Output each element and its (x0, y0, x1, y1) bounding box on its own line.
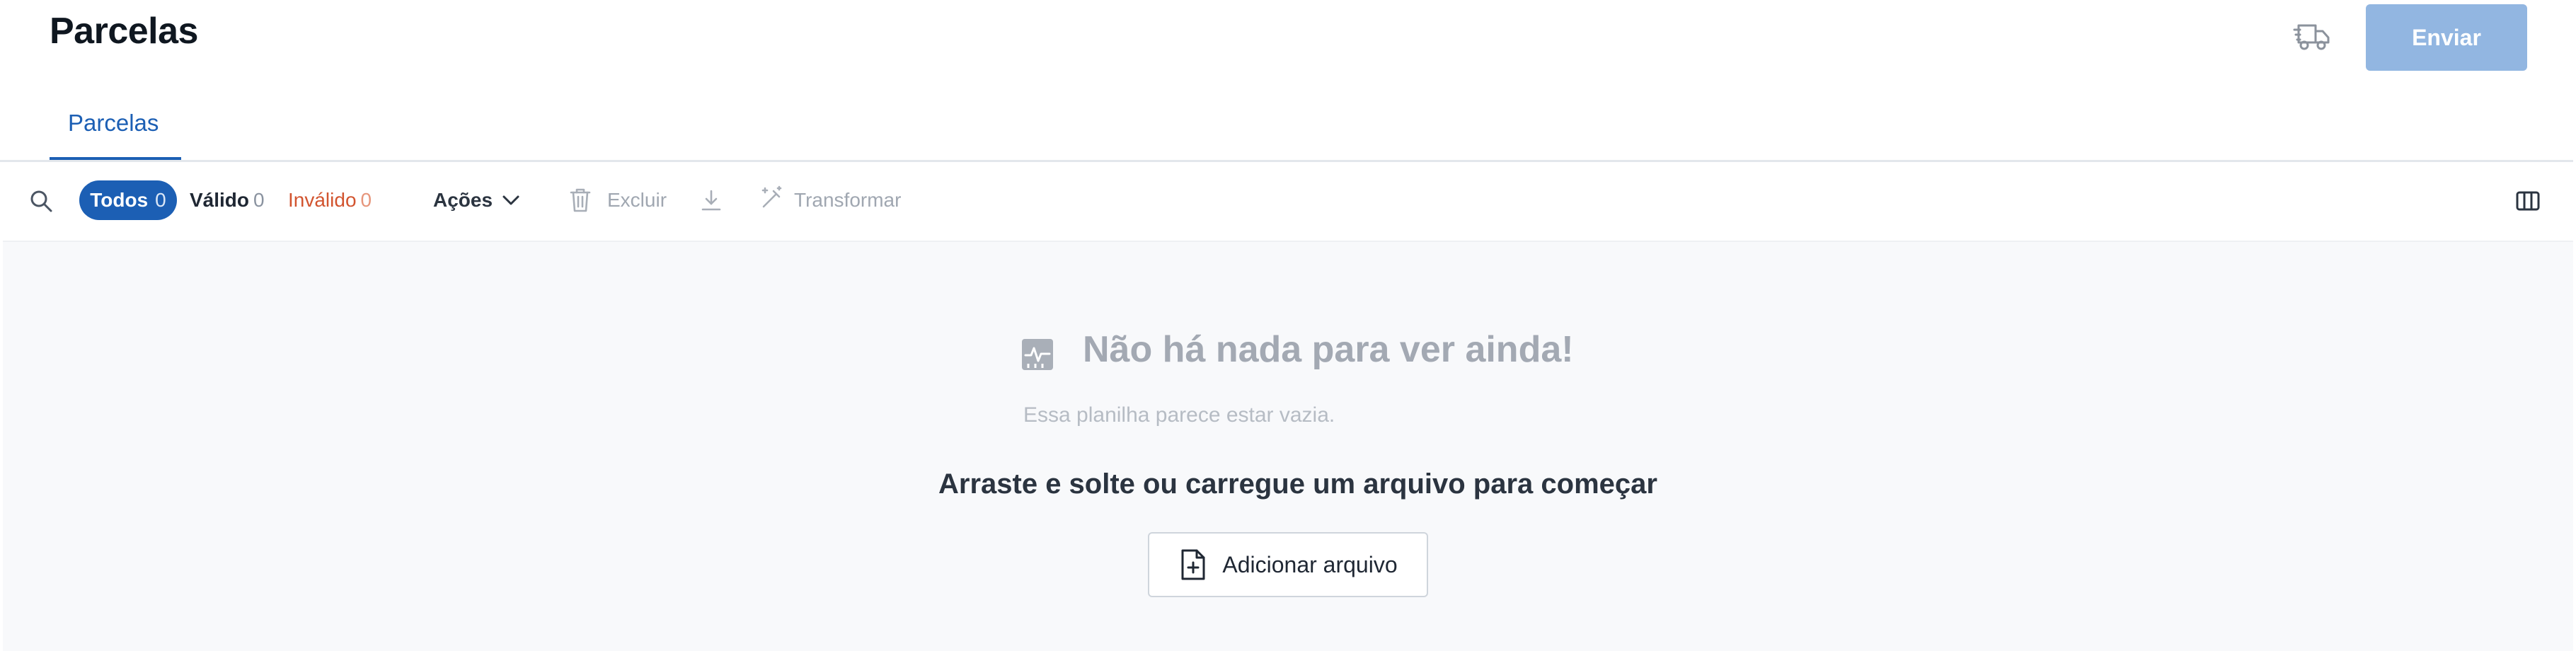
filter-valid-count: 0 (253, 189, 265, 211)
filter-valid-button[interactable]: Válido 0 (190, 188, 265, 213)
trash-icon[interactable] (568, 187, 592, 214)
add-file-label: Adicionar arquivo (1222, 551, 1398, 577)
drag-drop-prompt: Arraste e solte ou carregue um arquivo p… (938, 468, 1657, 500)
filter-invalid-button[interactable]: Inválido 0 (288, 188, 372, 213)
magic-wand-icon[interactable] (759, 185, 785, 211)
add-file-button[interactable]: Adicionar arquivo (1148, 532, 1428, 597)
filter-valid-label: Válido (190, 189, 250, 211)
download-icon[interactable] (699, 187, 723, 214)
truck-icon[interactable] (2293, 21, 2331, 52)
page-title: Parcelas (50, 11, 198, 52)
search-icon[interactable] (28, 188, 54, 214)
tab-parcelas[interactable]: Parcelas (68, 110, 159, 137)
columns-icon[interactable] (2515, 190, 2541, 212)
delete-button[interactable]: Excluir (607, 188, 667, 213)
send-button[interactable]: Enviar (2366, 4, 2527, 71)
filter-invalid-count: 0 (360, 189, 372, 211)
file-plus-icon (1181, 549, 1205, 580)
transform-button[interactable]: Transformar (794, 188, 901, 213)
filter-invalid-label: Inválido (288, 189, 357, 211)
chart-icon (1022, 339, 1053, 370)
tab-divider (0, 160, 2573, 162)
empty-state-subtitle: Essa planilha parece estar vazia. (1023, 403, 1335, 427)
actions-label: Ações (433, 189, 493, 211)
filter-all-label: Todos (90, 189, 149, 211)
filter-all-count: 0 (155, 189, 166, 211)
filter-all-button[interactable]: Todos 0 (79, 180, 177, 220)
chevron-down-icon (502, 195, 519, 205)
actions-dropdown[interactable]: Ações (433, 188, 521, 213)
empty-state-title: Não há nada para ver ainda! (1083, 329, 1574, 370)
